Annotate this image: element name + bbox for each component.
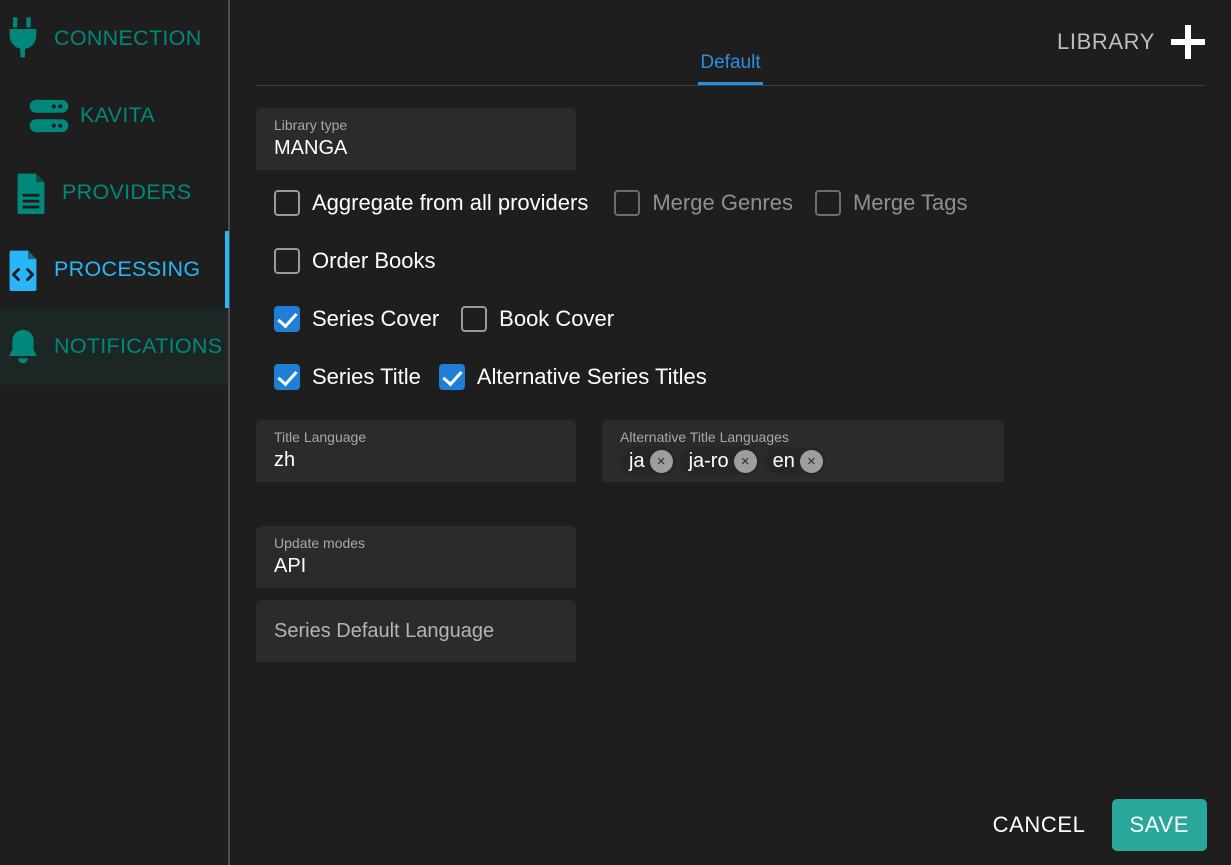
active-indicator — [225, 231, 229, 308]
chip-list: ja × ja-ro × en × — [620, 447, 986, 475]
save-button[interactable]: SAVE — [1111, 799, 1207, 851]
checkbox-box — [274, 306, 300, 332]
library-type-value: MANGA — [274, 137, 348, 159]
library-type-select[interactable]: Library type MANGA — [256, 108, 576, 170]
chip-label: ja-ro — [688, 450, 729, 472]
tab-label: Default — [700, 52, 761, 73]
processing-form: Library type MANGA Aggregate from all pr… — [230, 86, 1231, 662]
sidebar-item-label: CONNECTION — [54, 26, 202, 50]
tab-default[interactable]: Default — [686, 52, 774, 85]
checkbox-label: Series Cover — [312, 306, 440, 331]
checkbox-label: Order Books — [312, 248, 436, 273]
checkbox-row-covers: Series Cover Book Cover — [256, 306, 1205, 332]
checkbox-row-aggregate: Aggregate from all providers Merge Genre… — [256, 190, 1205, 216]
checkbox-label: Alternative Series Titles — [476, 364, 707, 389]
checkbox-series-title[interactable]: Series Title — [274, 364, 421, 390]
library-add-group: LIBRARY — [1057, 25, 1205, 59]
close-icon[interactable]: × — [649, 449, 673, 473]
checkbox-box — [274, 248, 300, 274]
update-modes-value: API — [274, 555, 307, 577]
checkbox-label: Book Cover — [499, 306, 615, 331]
sidebar-item-label: PROVIDERS — [62, 180, 192, 204]
checkbox-box — [274, 364, 300, 390]
language-fields-row: Title Language zh Alternative Title Lang… — [256, 420, 1205, 482]
update-modes-label: Update modes — [274, 535, 366, 551]
sidebar: CONNECTION KAVITA PROVIDERS PROCESSING N… — [0, 0, 230, 865]
title-language-label: Title Language — [274, 429, 367, 445]
plus-icon[interactable] — [1171, 25, 1205, 59]
sidebar-item-label: KAVITA — [80, 103, 156, 127]
title-language-value: zh — [274, 449, 296, 471]
library-label: LIBRARY — [1057, 29, 1155, 54]
checkbox-label: Merge Tags — [852, 190, 968, 215]
sidebar-item-providers[interactable]: PROVIDERS — [0, 154, 228, 231]
content-panel: Default LIBRARY Library type MANGA Aggre… — [230, 0, 1231, 865]
chip[interactable]: ja-ro × — [679, 447, 760, 475]
server-icon — [26, 93, 72, 139]
cancel-button[interactable]: CANCEL — [977, 800, 1102, 850]
checkbox-box — [274, 190, 300, 216]
code-file-icon — [0, 247, 46, 293]
checkbox-label: Series Title — [312, 364, 421, 389]
series-default-language-placeholder: Series Default Language — [274, 620, 495, 642]
checkbox-merge-genres[interactable]: Merge Genres — [614, 190, 793, 216]
close-icon[interactable]: × — [799, 449, 823, 473]
tab-active-underline — [698, 82, 763, 85]
plug-icon — [0, 16, 46, 62]
library-type-label: Library type — [274, 117, 348, 133]
sidebar-item-label: PROCESSING — [54, 257, 201, 281]
checkbox-box — [614, 190, 641, 216]
sidebar-item-connection[interactable]: CONNECTION — [0, 0, 228, 77]
sidebar-item-processing[interactable]: PROCESSING — [0, 231, 229, 308]
alternative-title-languages-label: Alternative Title Languages — [620, 429, 789, 445]
dialog-footer: CANCEL SAVE — [977, 799, 1207, 851]
title-language-select[interactable]: Title Language zh — [256, 420, 576, 482]
sidebar-item-label: NOTIFICATIONS — [54, 334, 223, 358]
chip[interactable]: en × — [763, 447, 826, 475]
checkbox-row-titles: Series Title Alternative Series Titles — [256, 364, 1205, 390]
checkbox-series-cover[interactable]: Series Cover — [274, 306, 439, 332]
sidebar-item-kavita[interactable]: KAVITA — [0, 77, 228, 154]
checkbox-aggregate-from-all-providers[interactable]: Aggregate from all providers — [274, 190, 588, 216]
checkbox-merge-tags[interactable]: Merge Tags — [814, 190, 968, 216]
checkbox-book-cover[interactable]: Book Cover — [461, 306, 614, 332]
close-icon[interactable]: × — [733, 449, 757, 473]
series-default-language-select[interactable]: Series Default Language — [256, 600, 576, 662]
top-bar: Default LIBRARY — [256, 0, 1205, 86]
bell-icon — [0, 324, 46, 370]
alternative-title-languages-select[interactable]: Alternative Title Languages ja × ja-ro ×… — [602, 420, 1004, 482]
checkbox-box — [461, 306, 488, 332]
checkbox-label: Aggregate from all providers — [312, 190, 589, 215]
document-icon — [8, 170, 54, 216]
chip-label: en — [772, 450, 795, 472]
checkbox-row-order-books: Order Books — [256, 248, 1205, 274]
update-modes-select[interactable]: Update modes API — [256, 526, 576, 588]
checkbox-box — [438, 364, 465, 390]
chip[interactable]: ja × — [620, 447, 676, 475]
sidebar-item-notifications[interactable]: NOTIFICATIONS — [0, 308, 228, 385]
app-window: CONNECTION KAVITA PROVIDERS PROCESSING N… — [0, 0, 1231, 865]
checkbox-alternative-series-titles[interactable]: Alternative Series Titles — [438, 364, 707, 390]
chip-label: ja — [629, 450, 645, 472]
checkbox-box — [814, 190, 841, 216]
checkbox-order-books[interactable]: Order Books — [274, 248, 436, 274]
checkbox-label: Merge Genres — [652, 190, 793, 215]
